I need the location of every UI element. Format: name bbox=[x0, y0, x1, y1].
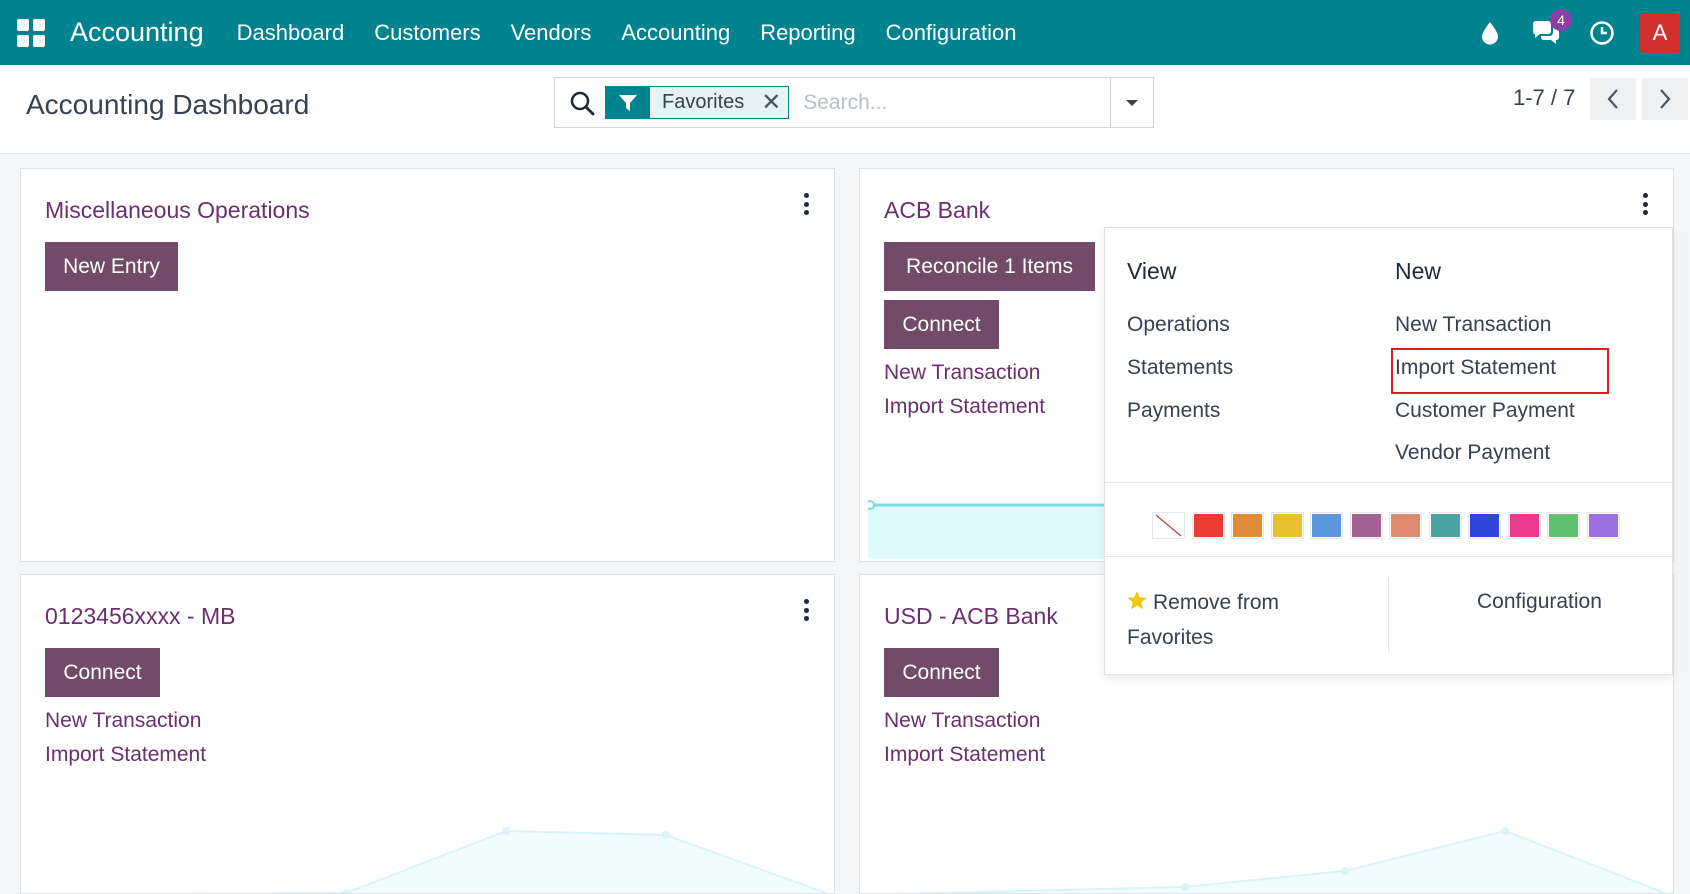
search-box: Favorites ✕ bbox=[554, 77, 1154, 128]
import-statement-link[interactable]: Import Statement bbox=[45, 743, 206, 767]
search-facet: Favorites ✕ bbox=[605, 86, 790, 119]
color-swatch[interactable] bbox=[1468, 512, 1501, 539]
configuration-item[interactable]: Configuration bbox=[1477, 590, 1602, 614]
clock-icon[interactable] bbox=[1586, 17, 1618, 49]
balance-graph bbox=[900, 827, 1666, 893]
top-navbar: Accounting Dashboard Customers Vendors A… bbox=[0, 0, 1690, 65]
menu-configuration[interactable]: Configuration bbox=[886, 20, 1017, 46]
journal-card-mb: 0123456xxxx - MB Connect New Transaction… bbox=[20, 574, 835, 894]
vendor-payment-item[interactable]: Vendor Payment bbox=[1395, 441, 1550, 465]
color-swatch[interactable] bbox=[1507, 512, 1541, 539]
color-swatch[interactable] bbox=[1231, 512, 1264, 539]
search-icon[interactable] bbox=[569, 90, 595, 116]
dropdown-divider bbox=[1105, 482, 1672, 483]
new-transaction-link[interactable]: New Transaction bbox=[884, 361, 1040, 385]
remove-favorites-item[interactable]: Remove from Favorites bbox=[1127, 586, 1367, 655]
menu-reporting[interactable]: Reporting bbox=[760, 20, 855, 46]
card-title[interactable]: Miscellaneous Operations bbox=[45, 197, 310, 224]
systray: 4 A bbox=[1462, 0, 1690, 65]
facet-remove-icon[interactable]: ✕ bbox=[754, 87, 789, 118]
view-payments-item[interactable]: Payments bbox=[1127, 399, 1220, 423]
star-icon bbox=[1127, 587, 1147, 621]
color-swatch[interactable] bbox=[1586, 512, 1620, 539]
new-transaction-item[interactable]: New Transaction bbox=[1395, 313, 1551, 337]
messages-count-badge: 4 bbox=[1550, 8, 1572, 31]
new-transaction-link[interactable]: New Transaction bbox=[45, 709, 201, 733]
new-transaction-link[interactable]: New Transaction bbox=[884, 709, 1040, 733]
connect-button[interactable]: Connect bbox=[884, 648, 999, 697]
color-swatch[interactable] bbox=[1428, 512, 1462, 539]
journal-card-dropdown: View New Operations Statements Payments … bbox=[1104, 227, 1673, 675]
search-options-toggle[interactable] bbox=[1110, 78, 1153, 127]
app-name[interactable]: Accounting bbox=[70, 17, 204, 48]
customer-payment-item[interactable]: Customer Payment bbox=[1395, 399, 1575, 423]
color-swatch[interactable] bbox=[1349, 512, 1383, 539]
card-menu-icon[interactable] bbox=[1641, 193, 1649, 215]
drop-icon[interactable] bbox=[1474, 17, 1506, 49]
connect-button[interactable]: Connect bbox=[884, 300, 999, 349]
view-statements-item[interactable]: Statements bbox=[1127, 356, 1233, 380]
filter-icon bbox=[606, 87, 650, 118]
card-menu-icon[interactable] bbox=[802, 193, 810, 215]
color-swatch-none[interactable] bbox=[1152, 512, 1185, 539]
dropdown-vertical-divider bbox=[1388, 578, 1389, 653]
import-statement-link[interactable]: Import Statement bbox=[884, 743, 1045, 767]
menu-accounting[interactable]: Accounting bbox=[621, 20, 730, 46]
menu-customers[interactable]: Customers bbox=[374, 20, 480, 46]
dropdown-divider bbox=[1105, 556, 1672, 557]
card-title[interactable]: USD - ACB Bank bbox=[884, 603, 1058, 630]
facet-label: Favorites bbox=[650, 87, 755, 118]
pager-previous-button[interactable] bbox=[1590, 78, 1636, 120]
card-title[interactable]: ACB Bank bbox=[884, 197, 990, 224]
apps-menu-icon[interactable] bbox=[17, 18, 45, 47]
balance-graph bbox=[183, 827, 827, 893]
color-swatch[interactable] bbox=[1270, 512, 1304, 539]
highlight-box bbox=[1391, 348, 1609, 394]
color-swatch[interactable] bbox=[1389, 512, 1422, 539]
messages-icon[interactable]: 4 bbox=[1530, 8, 1572, 49]
card-title[interactable]: 0123456xxxx - MB bbox=[45, 603, 235, 630]
page-title: Accounting Dashboard bbox=[26, 89, 310, 120]
reconcile-button[interactable]: Reconcile 1 Items bbox=[884, 242, 1095, 291]
color-swatch[interactable] bbox=[1191, 512, 1225, 539]
menu-vendors[interactable]: Vendors bbox=[511, 20, 592, 46]
color-swatch[interactable] bbox=[1310, 512, 1343, 539]
card-menu-icon[interactable] bbox=[802, 599, 810, 621]
view-operations-item[interactable]: Operations bbox=[1127, 313, 1230, 337]
import-statement-link[interactable]: Import Statement bbox=[884, 395, 1045, 419]
control-panel: Accounting Dashboard Favorites ✕ 1-7 / 7 bbox=[0, 65, 1690, 154]
search-input[interactable] bbox=[801, 89, 1106, 116]
view-section-header: View bbox=[1127, 258, 1177, 284]
pager-next-button[interactable] bbox=[1642, 78, 1688, 120]
journal-card-misc: Miscellaneous Operations New Entry bbox=[20, 168, 835, 562]
connect-button[interactable]: Connect bbox=[45, 648, 160, 697]
pager-value[interactable]: 1-7 / 7 bbox=[1513, 85, 1575, 111]
new-section-header: New bbox=[1395, 258, 1442, 284]
user-avatar[interactable]: A bbox=[1640, 12, 1680, 53]
remove-favorites-label: Remove from Favorites bbox=[1127, 591, 1280, 649]
menu-dashboard[interactable]: Dashboard bbox=[237, 20, 345, 46]
color-swatch[interactable] bbox=[1547, 512, 1580, 539]
new-entry-button[interactable]: New Entry bbox=[45, 242, 178, 291]
